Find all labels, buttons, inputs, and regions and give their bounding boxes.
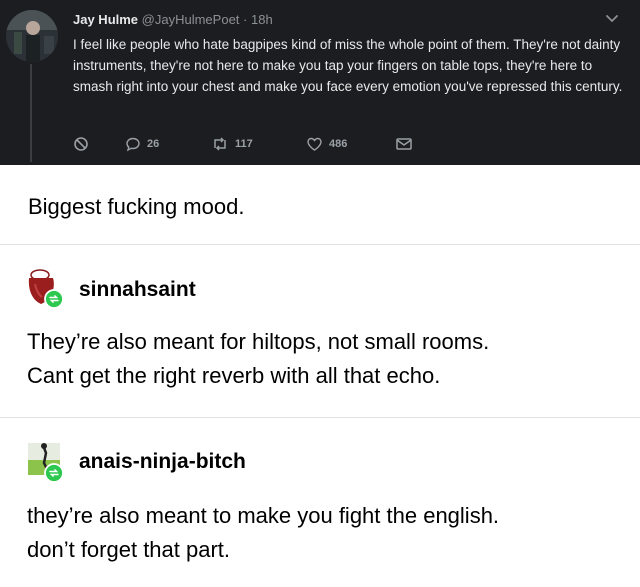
tweet-thread-line: [30, 64, 32, 162]
reblog-comment: they’re also meant to make you fight the…: [27, 499, 627, 567]
like-button[interactable]: 486: [306, 135, 347, 153]
retweet-button[interactable]: 117: [211, 135, 253, 153]
reply-button[interactable]: 26: [125, 135, 159, 153]
divider: [0, 244, 640, 245]
reblog-username[interactable]: sinnahsaint: [79, 278, 196, 302]
tweet-timestamp: · 18h: [243, 12, 273, 27]
retweet-icon: [214, 137, 226, 151]
retweet-count: 117: [235, 138, 253, 150]
op-comment-text: Biggest fucking mood.: [28, 194, 245, 219]
reblog-avatar[interactable]: [26, 440, 66, 484]
reblog-comment: They’re also meant for hiltops, not smal…: [27, 325, 627, 393]
envelope-icon: [396, 138, 412, 150]
like-count: 486: [329, 138, 348, 150]
tweet-author-name[interactable]: Jay Hulme: [73, 12, 138, 27]
tweet-author-avatar: [6, 10, 58, 62]
block-icon[interactable]: [73, 135, 89, 153]
reblog-avatar[interactable]: [26, 266, 66, 310]
tweet-author-line: Jay Hulme @JayHulmePoet · 18h: [73, 12, 273, 27]
reblog-comment-line: They’re also meant for hiltops, not smal…: [27, 329, 490, 354]
reply-count: 26: [147, 138, 160, 150]
reblog-comment-line: don’t forget that part.: [27, 537, 231, 562]
reblog-username[interactable]: anais-ninja-bitch: [79, 450, 246, 474]
chevron-down-icon[interactable]: [605, 14, 619, 24]
message-button[interactable]: [395, 135, 413, 153]
heart-icon: [307, 137, 322, 151]
reblog-comment-line: they’re also meant to make you fight the…: [27, 503, 500, 528]
divider: [0, 417, 640, 418]
tweet-text: I feel like people who hate bagpipes kin…: [73, 37, 623, 94]
tweet-author-handle[interactable]: @JayHulmePoet: [142, 12, 240, 27]
embedded-tweet-screenshot: Jay Hulme @JayHulmePoet · 18h I feel lik…: [0, 0, 640, 165]
reply-icon: [126, 137, 140, 152]
reblog-comment-line: Cant get the right reverb with all that …: [27, 363, 441, 388]
